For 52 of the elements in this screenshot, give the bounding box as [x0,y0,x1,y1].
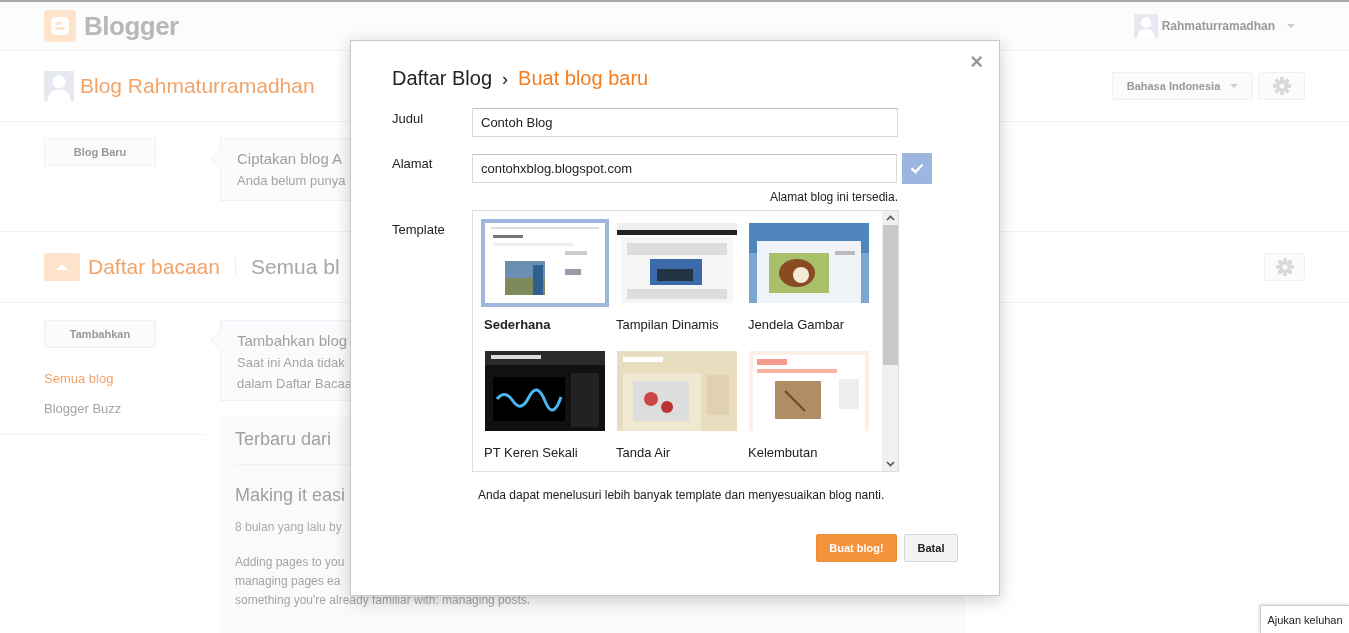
settings-button[interactable] [1264,253,1305,281]
collapse-button[interactable] [44,253,80,281]
field-label: Template [392,221,446,239]
settings-icon [1275,258,1294,276]
post-meta: 8 bulan yang lalu by [235,520,342,534]
post-text: something you're already familiar with: managing posts. [235,592,531,609]
callout-text: Saat ini Anda tidak [237,354,345,372]
field-label: Alamat [392,155,434,173]
avatar-icon [44,71,74,101]
settings-button[interactable] [1258,72,1305,100]
breadcrumb-link[interactable]: Daftar Blog [392,67,493,90]
down-chevron-icon [885,461,895,467]
scrollbar-thumb[interactable] [882,225,898,365]
section-subtitle: Semua bl [250,255,340,279]
template-option[interactable]: PT Keren Sekali [481,347,613,471]
avatar-icon [1133,14,1158,38]
section-title: Daftar bacaan [88,255,220,279]
availability-note: Alamat blog ini tersedia. [768,190,898,204]
template-option[interactable]: Tampilan Dinamis [613,219,745,345]
checkmark-icon [910,163,925,174]
template-name: Jendela Gambar [747,316,846,334]
settings-icon [1272,77,1291,95]
caret-icon [1287,24,1295,28]
caret-icon [1230,84,1239,88]
input-field[interactable]: Contoh Blog [472,108,898,137]
template-option[interactable]: Sederhana [481,219,613,345]
template-note: Anda dapat menelusuri lebih banyak template dan menyesuaikan blog nanti. [477,488,886,502]
scrollbar[interactable] [882,211,898,471]
cancel-button[interactable]: Batal [904,534,958,562]
template-name: Tampilan Dinamis [615,316,720,334]
input-field[interactable]: contohxblog.blogspot.com [472,154,898,183]
callout-text: Anda belum punya [237,172,346,190]
field-label: Judul [392,110,425,128]
blogger-logo-icon [44,10,76,42]
template-name: Tanda Air [615,444,672,462]
callout-title: Ciptakan blog A [237,149,343,169]
up-chevron-icon [885,215,895,221]
template-name: Sederhana [483,316,552,334]
up-triangle-icon [56,264,68,270]
template-name: PT Keren Sekali [483,444,579,462]
feedback-button[interactable]: Ajukan keluhan [1260,605,1349,633]
template-option[interactable]: Jendela Gambar [745,219,877,345]
logo-text: Blogger [84,10,179,42]
template-option[interactable]: Kelembutan [745,347,877,471]
dialog-title: Buat blog baru [518,67,649,90]
callout-title: Tambahkan blog [237,331,348,351]
post-text: managing pages ea [235,573,341,590]
template-name: Kelembutan [747,444,819,462]
card-heading: Terbaru dari [235,429,332,451]
breadcrumb-separator: › [502,69,509,90]
post-text: Adding pages to you [235,554,345,571]
template-option[interactable]: Tanda Air [613,347,745,471]
